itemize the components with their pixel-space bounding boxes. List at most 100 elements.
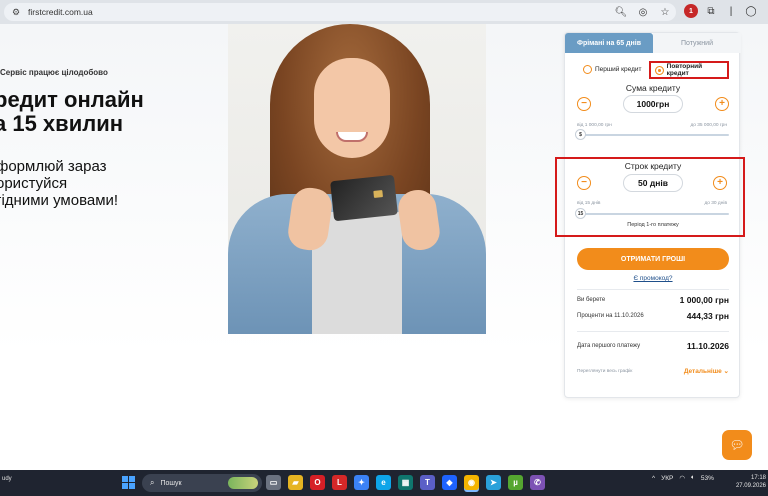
- url-text[interactable]: firstcredit.com.ua: [28, 7, 93, 17]
- summary-label: Проценти на 11.10.2026: [577, 313, 644, 319]
- schedule-row: Переглянути весь графік Детальніше ⌄: [577, 367, 729, 375]
- address-bar[interactable]: ⚙ firstcredit.com.ua 🔍︎ ◎ ☆: [4, 3, 676, 21]
- taskbar-app-app-l-icon[interactable]: L: [332, 475, 347, 490]
- search-highlight-image: [228, 477, 258, 489]
- photo-smile: [336, 132, 368, 142]
- amount-max-label: до 35 000,00 грн: [690, 123, 727, 128]
- hero-subtitle: формлюй зараз ористуйся гідними умовами!: [0, 158, 118, 209]
- taskbar-app-telegram-icon[interactable]: ➤: [486, 475, 501, 490]
- loan-calculator: Фрімані на 65 днів Потужний Перший креди…: [555, 32, 745, 398]
- taskbar-app-edge-icon[interactable]: e: [376, 475, 391, 490]
- windows-taskbar: udy ⌕ Пошук ▭ ▰ O L ✦ e ▦ T ◆ ◉ ➤ µ ✆ ^ УКР ◠ 🔈︎ 53%…: [0, 470, 768, 496]
- card-chip: [373, 190, 384, 198]
- clock-date: 27.09.2026: [735, 483, 766, 489]
- taskbar-app-viber-icon[interactable]: ✆: [530, 475, 545, 490]
- taskbar-search[interactable]: ⌕ Пошук: [142, 474, 262, 492]
- hero-subtitle-line2: ористуйся: [0, 175, 68, 192]
- radio-first-credit-label: Перший кредит: [595, 66, 642, 73]
- taskbar-app-opera-icon[interactable]: O: [310, 475, 325, 490]
- taskbar-clock[interactable]: 17:18 27.09.2026: [730, 474, 766, 490]
- product-tabs: Фрімані на 65 днів Потужний: [565, 33, 741, 53]
- hero-title-line1: редит онлайн: [0, 87, 144, 112]
- schedule-link[interactable]: Переглянути весь графік: [577, 369, 632, 374]
- hero-title: редит онлайн а 15 хвилин: [0, 88, 144, 136]
- photo-face: [314, 58, 390, 158]
- credit-type-radios: Перший кредит Повторний кредит: [579, 61, 729, 79]
- amount-min-label: від 1 000,00 грн: [577, 123, 612, 128]
- amount-input[interactable]: 1000грн: [623, 95, 683, 113]
- summary-value: 11.10.2026: [686, 341, 729, 351]
- taskbar-app-utorrent-icon[interactable]: µ: [508, 475, 523, 490]
- pinned-apps: ▭ ▰ O L ✦ e ▦ T ◆ ◉ ➤ µ ✆: [266, 475, 545, 490]
- hero-title-line2: а 15 хвилин: [0, 111, 124, 136]
- term-plus-button[interactable]: +: [713, 176, 727, 190]
- tray-chevron-icon[interactable]: ^: [652, 475, 655, 482]
- amount-slider-knob[interactable]: $: [575, 129, 586, 140]
- zoom-icon[interactable]: 🔍︎: [614, 5, 628, 19]
- chat-bubble-icon[interactable]: 💬︎: [722, 430, 752, 460]
- hero-subtitle-line1: формлюй зараз: [0, 158, 107, 175]
- details-link[interactable]: Детальніше ⌄: [684, 367, 729, 375]
- profile-icon[interactable]: ◯: [744, 4, 758, 18]
- divider: [577, 331, 729, 332]
- amount-title: Сума кредиту: [625, 83, 681, 93]
- radio-dot-icon: [583, 65, 592, 74]
- search-icon: ⌕: [150, 478, 155, 487]
- separator-icon: |: [729, 5, 733, 17]
- get-money-button[interactable]: ОТРИМАТИ ГРОШІ: [577, 248, 729, 270]
- tab-potuzhnyi[interactable]: Потужний: [653, 33, 741, 53]
- photo-bank-card: [330, 174, 398, 222]
- extension-icon[interactable]: 1: [684, 4, 698, 18]
- bookmark-star-icon[interactable]: ☆: [658, 5, 672, 19]
- extensions-puzzle-icon[interactable]: ⧉: [704, 4, 718, 18]
- radio-repeat-credit-label: Повторний кредит: [666, 63, 703, 77]
- term-max-label: до 30 днів: [704, 201, 727, 206]
- amount-slider[interactable]: $: [575, 129, 729, 140]
- taskbar-app-photos-icon[interactable]: ▦: [398, 475, 413, 490]
- summary-value: 444,33 грн: [686, 311, 729, 321]
- hero-subtitle-line3: гідними умовами!: [0, 192, 119, 209]
- page-content: Сервіс працює цілодобово редит онлайн а …: [0, 24, 768, 470]
- period-text: Період 1-го платежу: [627, 222, 679, 228]
- promo-code-link[interactable]: Є промокод?: [565, 275, 741, 282]
- amount-plus-button[interactable]: +: [715, 97, 729, 111]
- taskbar-left-text: udy: [2, 476, 12, 482]
- taskbar-app-task-view-icon[interactable]: ▭: [266, 475, 281, 490]
- volume-icon[interactable]: 🔈︎: [691, 474, 695, 482]
- windows-start-icon[interactable]: [122, 476, 135, 489]
- term-min-label: від 15 днів: [577, 201, 601, 206]
- radio-dot-selected-icon: [655, 65, 664, 75]
- taskbar-app-dropbox-icon[interactable]: ◆: [442, 475, 457, 490]
- browser-toolbar: ⚙ firstcredit.com.ua 🔍︎ ◎ ☆ 1 ⧉ | ◯ ⋮: [0, 0, 768, 24]
- summary-row-first-payment: Дата першого платежу 11.10.2026: [577, 341, 729, 351]
- divider: [577, 289, 729, 290]
- term-title: Строк кредиту: [624, 161, 682, 171]
- radio-first-credit[interactable]: Перший кредит: [583, 65, 642, 74]
- taskbar-app-chrome-icon[interactable]: ◉: [464, 475, 479, 490]
- battery-indicator[interactable]: 53%: [701, 475, 714, 482]
- summary-row-interest: Проценти на 11.10.2026 444,33 грн: [577, 311, 729, 321]
- term-minus-button[interactable]: −: [577, 176, 591, 190]
- term-slider-knob[interactable]: 15: [575, 208, 586, 219]
- radio-repeat-credit[interactable]: Повторний кредит: [649, 61, 729, 79]
- wifi-icon[interactable]: ◠: [679, 474, 685, 482]
- eye-off-icon[interactable]: ◎: [636, 5, 650, 19]
- taskbar-app-copilot-icon[interactable]: ✦: [354, 475, 369, 490]
- site-info-icon[interactable]: ⚙: [12, 7, 22, 17]
- summary-label: Дата першого платежу: [577, 343, 641, 349]
- summary-row-amount: Ви берете 1 000,00 грн: [577, 295, 729, 305]
- term-input[interactable]: 50 днів: [623, 174, 683, 192]
- hero-tagline: Сервіс працює цілодобово: [0, 68, 108, 77]
- language-indicator[interactable]: УКР: [661, 475, 673, 482]
- summary-label: Ви берете: [577, 297, 606, 303]
- menu-dots-icon[interactable]: ⋮: [764, 4, 768, 18]
- amount-minus-button[interactable]: −: [577, 97, 591, 111]
- taskbar-app-teams-icon[interactable]: T: [420, 475, 435, 490]
- summary-value: 1 000,00 грн: [679, 295, 729, 305]
- clock-time: 17:18: [750, 475, 766, 481]
- term-slider[interactable]: 15: [575, 208, 729, 219]
- taskbar-app-explorer-icon[interactable]: ▰: [288, 475, 303, 490]
- search-label: Пошук: [160, 479, 182, 487]
- tab-freemani[interactable]: Фрімані на 65 днів: [565, 33, 653, 53]
- hero-photo: [228, 24, 486, 334]
